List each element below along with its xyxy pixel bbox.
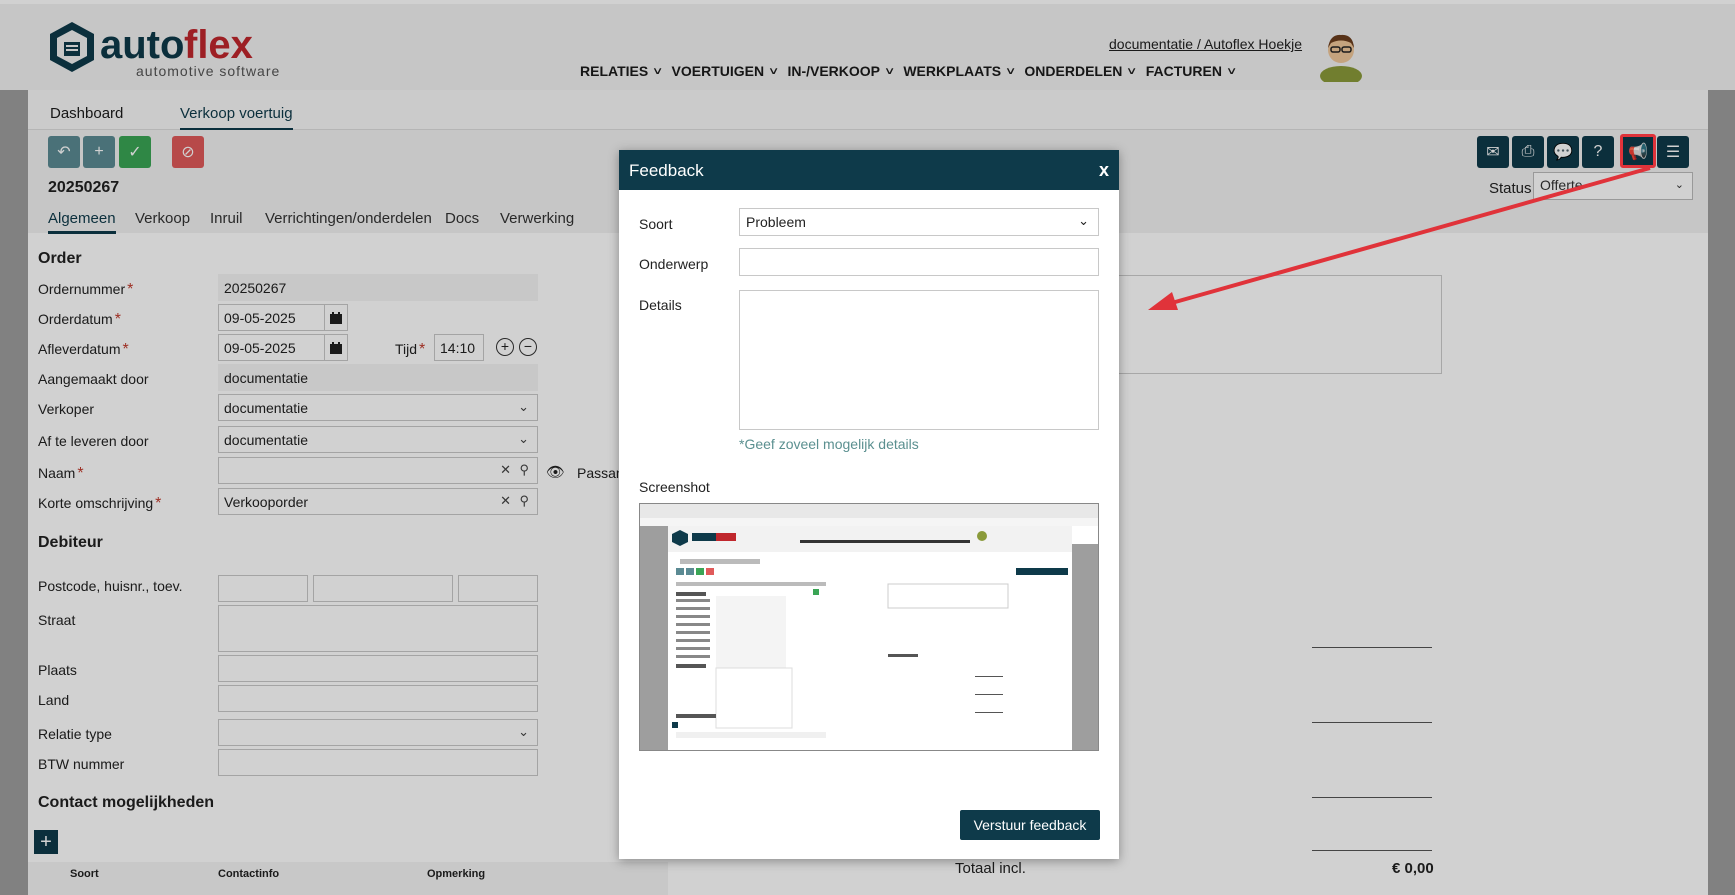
soort-select[interactable]: Probleem ⌄ xyxy=(739,208,1099,236)
onderwerp-label: Onderwerp xyxy=(639,256,709,272)
annotation-arrow xyxy=(1148,166,1651,310)
screenshot-preview xyxy=(639,503,1099,751)
close-button[interactable]: x xyxy=(1099,160,1109,181)
soort-label: Soort xyxy=(639,216,673,232)
modal-title: Feedback xyxy=(629,161,704,180)
details-hint: *Geef zoveel mogelijk details xyxy=(739,436,919,452)
chevron-down-icon: ⌄ xyxy=(1078,213,1089,228)
details-textarea[interactable] xyxy=(739,290,1099,430)
onderwerp-input[interactable] xyxy=(739,248,1099,276)
details-label: Details xyxy=(639,297,682,313)
screenshot-label: Screenshot xyxy=(639,479,710,495)
modal-header: Feedback x xyxy=(619,150,1119,190)
send-feedback-button[interactable]: Verstuur feedback xyxy=(960,810,1100,840)
feedback-modal: Feedback x Soort Probleem ⌄ Onderwerp Det… xyxy=(619,150,1119,859)
